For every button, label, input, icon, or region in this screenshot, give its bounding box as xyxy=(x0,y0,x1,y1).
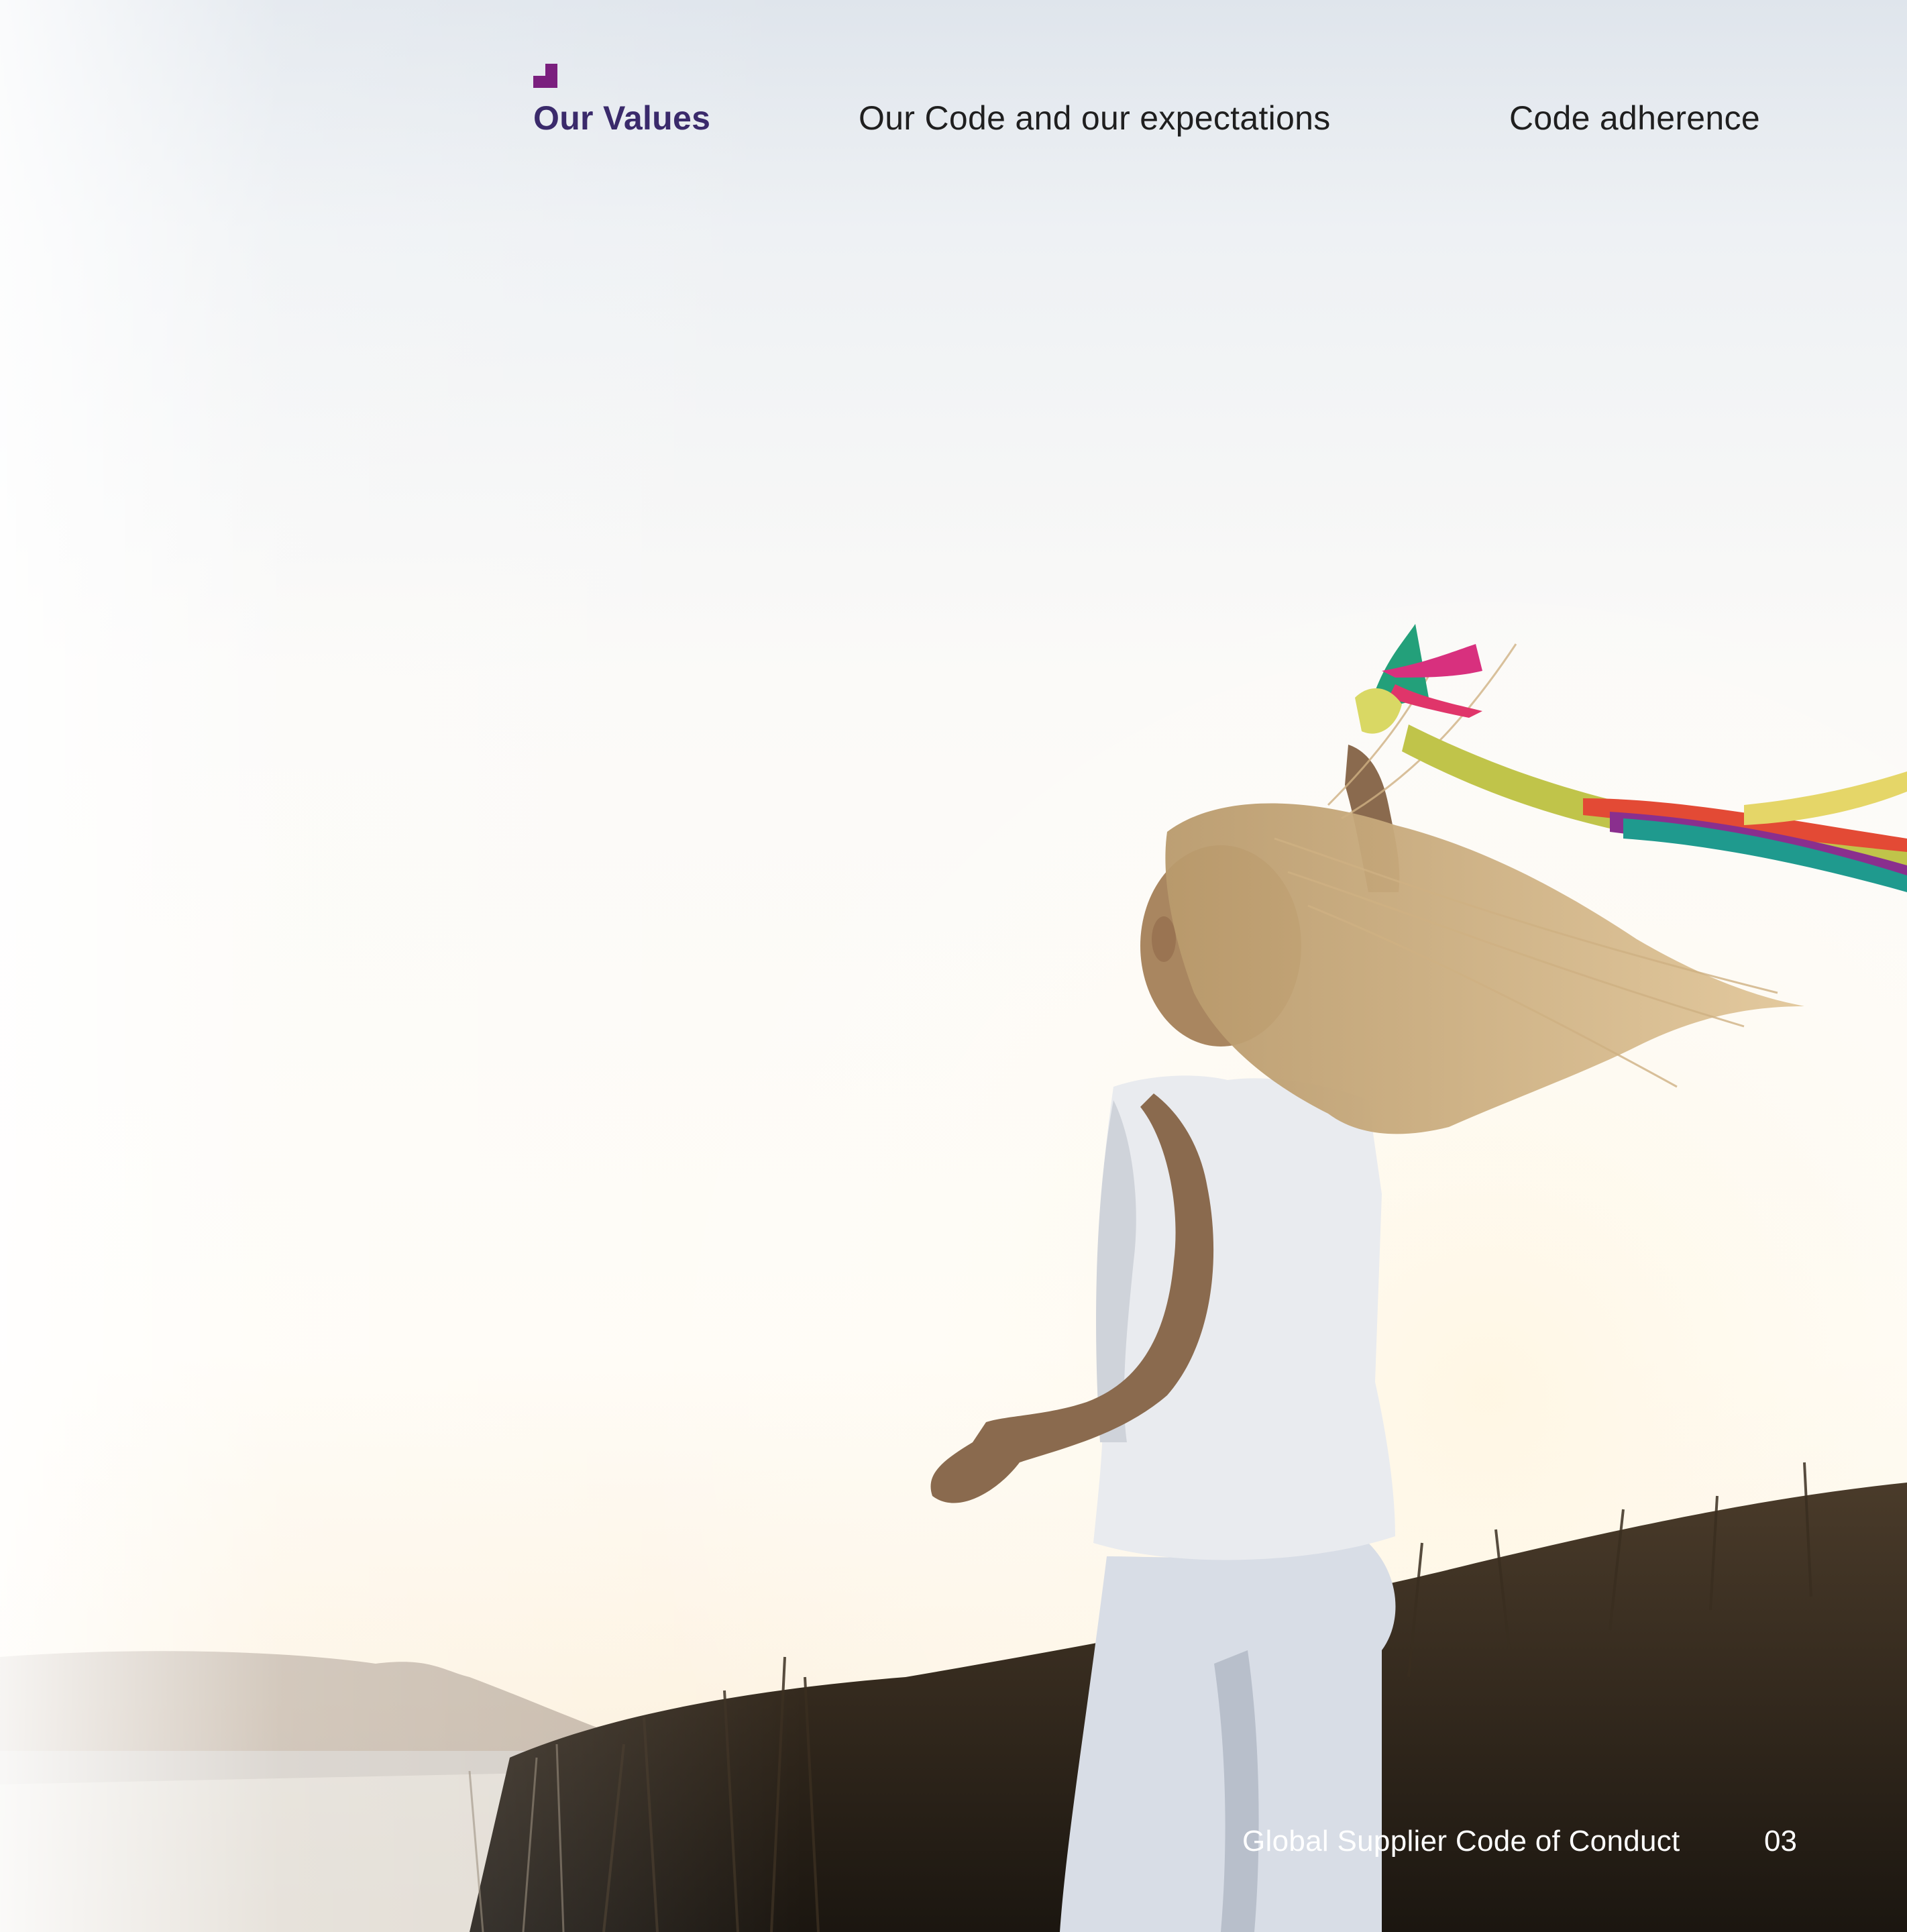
top-navigation: Our Values Our Code and our expectations… xyxy=(0,0,1907,174)
active-section-marker-icon xyxy=(533,64,557,88)
nav-item-our-values[interactable]: Our Values xyxy=(533,98,710,138)
nav-item-code-adherence[interactable]: Code adherence xyxy=(1509,98,1760,138)
footer-document-title: Global Supplier Code of Conduct xyxy=(1242,1825,1680,1858)
nav-item-our-code-and-expectations[interactable]: Our Code and our expectations xyxy=(859,98,1331,138)
document-page: Our Values Our Code and our expectations… xyxy=(0,0,1907,1932)
hero-photo xyxy=(0,0,1907,1932)
footer-page-number: 03 xyxy=(1764,1825,1797,1858)
